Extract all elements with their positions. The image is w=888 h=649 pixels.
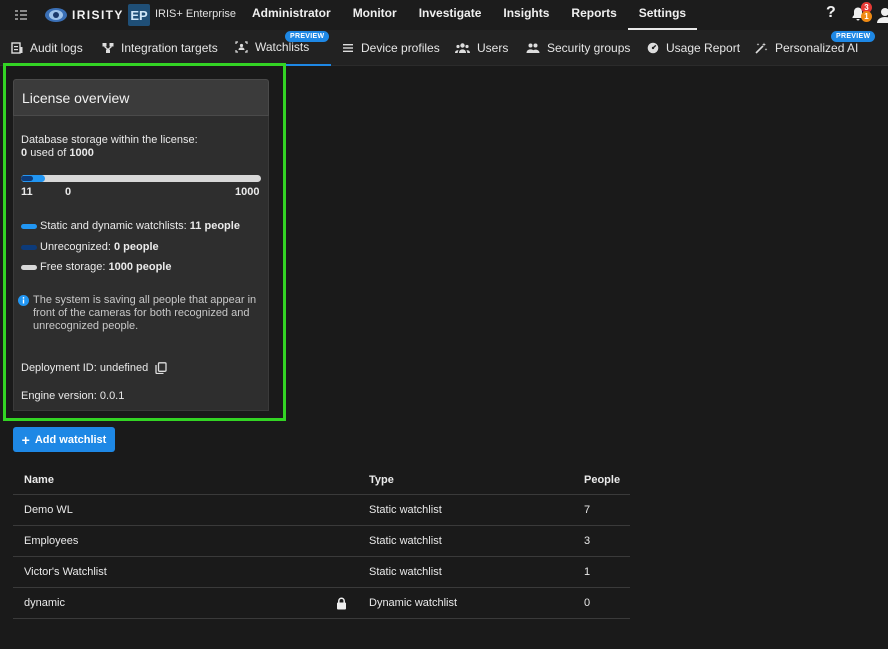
storage-label: Database storage within the license: xyxy=(21,134,198,146)
usage-report-icon xyxy=(647,42,659,54)
edition-name: IRIS+ Enterprise xyxy=(155,8,237,20)
legend-watchlists: Static and dynamic watchlists: 11 people xyxy=(40,220,240,232)
storage-progress-bar xyxy=(21,175,261,182)
row-type: Static watchlist xyxy=(369,535,442,547)
help-icon[interactable]: ? xyxy=(826,4,836,22)
settings-tab-bar: Audit logs Integration targets Watchlist… xyxy=(0,30,888,66)
engine-version: Engine version: 0.0.1 xyxy=(21,390,124,402)
row-type: Static watchlist xyxy=(369,504,442,516)
row-name: Demo WL xyxy=(24,504,73,516)
legend-value: 1000 people xyxy=(108,261,172,273)
column-header-name[interactable]: Name xyxy=(24,465,54,494)
nav-administrator[interactable]: Administrator xyxy=(241,0,342,30)
row-name: dynamic xyxy=(24,597,65,609)
engine-value: 0.0.1 xyxy=(99,390,125,402)
bar-label-min: 11 xyxy=(21,186,33,198)
total-value: 1000 xyxy=(69,147,94,159)
unrecognized-usage-marker xyxy=(21,176,33,181)
storage-usage: 0 used of 1000 xyxy=(21,147,94,159)
alert-count-badge: 1 xyxy=(861,11,872,22)
irisity-logo[interactable]: IRISITY xyxy=(44,3,124,27)
row-type: Dynamic watchlist xyxy=(369,597,458,609)
tab-label: Security groups xyxy=(547,41,631,55)
tab-security-groups[interactable]: Security groups xyxy=(526,30,630,66)
legend-label: Static and dynamic watchlists: xyxy=(40,220,187,232)
legend-swatch-unrecognized xyxy=(21,245,37,250)
bar-label-mid: 0 xyxy=(65,186,72,198)
logo-text: IRISITY xyxy=(72,8,124,22)
legend-swatch-watchlists xyxy=(21,224,37,229)
preview-badge: PREVIEW xyxy=(285,31,330,42)
plus-icon: + xyxy=(21,431,30,448)
table-row[interactable]: Employees Static watchlist 3 xyxy=(13,526,630,557)
legend-swatch-free xyxy=(21,265,37,270)
row-name: Employees xyxy=(24,535,79,547)
deployment-label: Deployment ID: xyxy=(21,362,97,374)
table-header-row: Name Type People xyxy=(13,465,630,495)
used-suffix: used of xyxy=(30,147,67,159)
legend-label: Unrecognized: xyxy=(40,241,111,253)
tab-audit-logs[interactable]: Audit logs xyxy=(11,30,83,66)
tab-users[interactable]: Users xyxy=(455,30,508,66)
nav-reports[interactable]: Reports xyxy=(560,0,627,30)
bar-label-max: 1000 xyxy=(235,186,260,198)
info-message: The system is saving all people that app… xyxy=(33,294,257,332)
nav-insights[interactable]: Insights xyxy=(492,0,560,30)
nav-settings[interactable]: Settings xyxy=(627,0,698,30)
table-row[interactable]: Demo WL Static watchlist 7 xyxy=(13,495,630,526)
row-people: 3 xyxy=(584,535,591,547)
row-people: 0 xyxy=(584,597,591,609)
tab-label: Integration targets xyxy=(121,41,218,55)
preview-badge: PREVIEW xyxy=(831,31,876,42)
menu-toggle-icon[interactable] xyxy=(13,7,29,23)
device-profile-icon xyxy=(343,44,353,52)
watchlist-table: Name Type People Demo WL Static watchlis… xyxy=(13,465,630,619)
row-name: Victor's Watchlist xyxy=(24,566,107,578)
info-icon xyxy=(18,295,29,306)
used-value: 0 xyxy=(21,147,28,159)
legend-value: 0 people xyxy=(114,241,159,253)
top-bar: IRISITY EP IRIS+ Enterprise Administrato… xyxy=(0,0,888,30)
engine-label: Engine version: xyxy=(21,390,97,402)
nav-investigate[interactable]: Investigate xyxy=(408,0,493,30)
audit-log-icon xyxy=(11,42,23,54)
tab-label: Watchlists xyxy=(255,40,310,54)
security-groups-icon xyxy=(526,43,540,53)
license-card-title: License overview xyxy=(13,79,269,116)
tab-label: Audit logs xyxy=(30,41,83,55)
tab-usage-report[interactable]: Usage Report xyxy=(647,30,740,66)
table-row[interactable]: Victor's Watchlist Static watchlist 1 xyxy=(13,557,630,588)
irisity-logo-icon xyxy=(45,8,67,22)
copy-icon[interactable] xyxy=(155,362,167,374)
tab-label: Usage Report xyxy=(666,41,741,55)
nav-monitor[interactable]: Monitor xyxy=(342,0,408,30)
row-people: 1 xyxy=(584,566,591,578)
legend-label: Free storage: xyxy=(40,261,106,273)
integration-icon xyxy=(102,43,114,53)
watchlist-icon xyxy=(235,41,248,53)
users-icon xyxy=(455,43,470,53)
add-watchlist-label: Add watchlist xyxy=(34,433,107,446)
legend-value: 11 people xyxy=(189,220,240,232)
tab-label: Device profiles xyxy=(361,41,440,55)
legend-unrecognized: Unrecognized: 0 people xyxy=(40,241,159,253)
tab-integration-targets[interactable]: Integration targets xyxy=(102,30,218,66)
legend-free-storage: Free storage: 1000 people xyxy=(40,261,171,273)
lock-icon xyxy=(337,597,346,610)
main-nav: Administrator Monitor Investigate Insigh… xyxy=(241,0,698,30)
row-people: 7 xyxy=(584,504,591,516)
column-header-type[interactable]: Type xyxy=(369,465,394,494)
column-header-people[interactable]: People xyxy=(584,465,620,494)
table-row[interactable]: dynamic Dynamic watchlist 0 xyxy=(13,588,630,619)
row-type: Static watchlist xyxy=(369,566,442,578)
deployment-value: undefined xyxy=(99,362,149,374)
ai-magic-wand-icon xyxy=(755,42,768,54)
tab-label: Personalized AI xyxy=(775,41,859,55)
tab-label: Users xyxy=(477,41,509,55)
deployment-id: Deployment ID: undefined xyxy=(21,362,148,374)
user-avatar-icon[interactable] xyxy=(876,7,888,23)
edition-badge: EP xyxy=(128,4,150,26)
tab-device-profiles[interactable]: Device profiles xyxy=(342,30,440,66)
add-watchlist-button[interactable]: + Add watchlist xyxy=(13,427,115,452)
